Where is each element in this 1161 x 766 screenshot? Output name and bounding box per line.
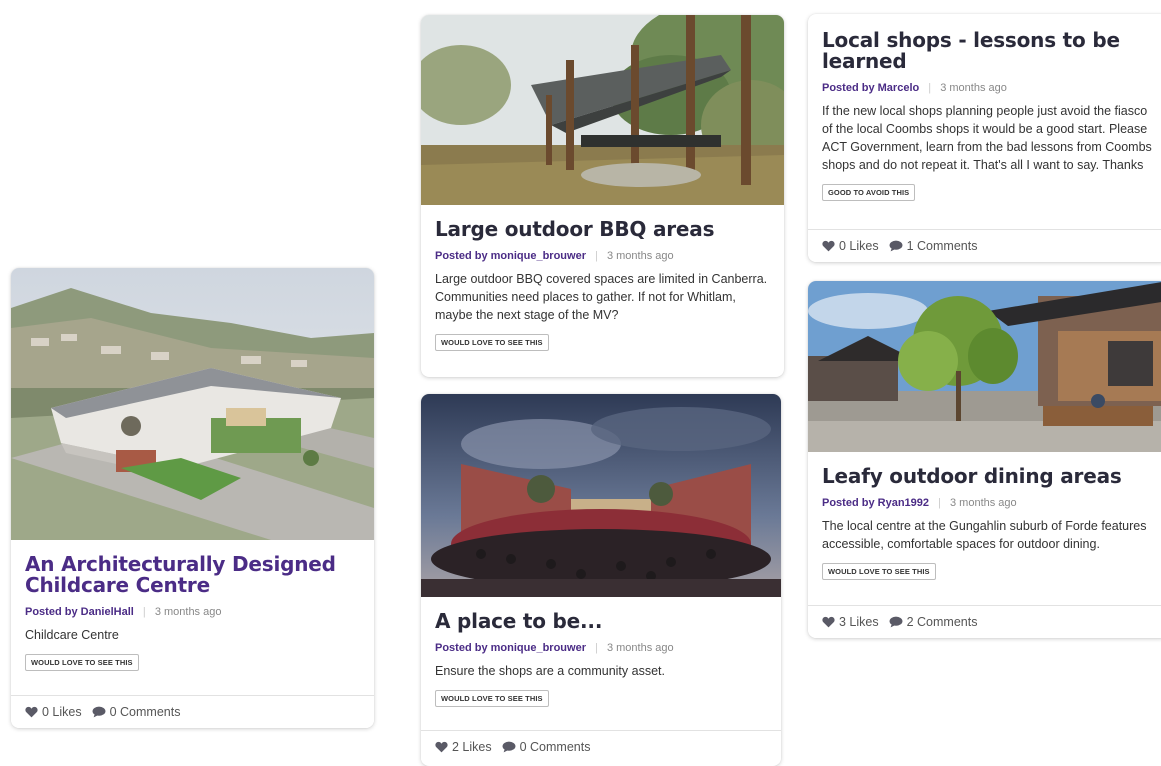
post-author[interactable]: monique_brouwer bbox=[491, 250, 586, 262]
post-image-bbq[interactable] bbox=[421, 15, 784, 205]
comment-count: 0 Comments bbox=[519, 740, 591, 754]
post-card-dining[interactable]: Leafy outdoor dining areas Posted by Rya… bbox=[808, 281, 1161, 638]
comment-bubble-icon bbox=[502, 741, 516, 753]
post-tag[interactable]: WOULD LOVE TO SEE THIS bbox=[435, 334, 549, 351]
like-count: 0 Likes bbox=[839, 239, 879, 253]
meta-divider: | bbox=[142, 606, 146, 618]
comment-button[interactable]: 0 Comments bbox=[92, 705, 181, 719]
post-title[interactable]: An Architecturally Designed Childcare Ce… bbox=[25, 554, 360, 596]
comment-count: 2 Comments bbox=[906, 615, 978, 629]
like-count: 3 Likes bbox=[839, 615, 879, 629]
post-author[interactable]: monique_brouwer bbox=[491, 642, 586, 654]
comment-count: 1 Comments bbox=[906, 239, 978, 253]
post-description: Ensure the shops are a community asset. bbox=[435, 664, 665, 678]
posted-by-label: Posted by bbox=[822, 82, 875, 94]
post-footer: 3 Likes 2 Comments bbox=[808, 605, 1161, 638]
post-image-dining[interactable] bbox=[808, 281, 1161, 452]
meta-divider: | bbox=[595, 642, 598, 654]
post-tag[interactable]: WOULD LOVE TO SEE THIS bbox=[25, 654, 139, 671]
post-time: 3 months ago bbox=[154, 606, 222, 618]
childcare-photo bbox=[11, 268, 374, 540]
post-description: Childcare Centre bbox=[25, 628, 119, 642]
like-count: 0 Likes bbox=[42, 705, 82, 719]
post-card-childcare[interactable]: An Architecturally Designed Childcare Ce… bbox=[11, 268, 374, 728]
comment-button[interactable]: 1 Comments bbox=[889, 239, 978, 253]
amphitheatre-photo bbox=[421, 394, 781, 597]
like-button[interactable]: 0 Likes bbox=[822, 239, 879, 253]
comment-bubble-icon bbox=[92, 706, 106, 718]
posted-by-label: Posted by bbox=[822, 497, 875, 509]
like-count: 2 Likes bbox=[452, 740, 492, 754]
post-title[interactable]: Leafy outdoor dining areas bbox=[822, 466, 1154, 487]
post-time: 3 months ago bbox=[606, 642, 674, 654]
meta-divider: | bbox=[938, 497, 941, 509]
heart-icon bbox=[25, 706, 38, 718]
post-card-local-shops[interactable]: Local shops - lessons to be learned Post… bbox=[808, 14, 1161, 262]
post-author[interactable]: DanielHall bbox=[81, 606, 134, 618]
bbq-area-photo bbox=[421, 15, 784, 205]
posted-by-label: Posted by bbox=[25, 606, 78, 618]
post-tag[interactable]: WOULD LOVE TO SEE THIS bbox=[822, 563, 936, 580]
post-footer: 2 Likes 0 Comments bbox=[421, 730, 781, 763]
comment-button[interactable]: 0 Comments bbox=[502, 740, 591, 754]
post-meta: Posted by Marcelo | 3 months ago bbox=[822, 82, 1154, 94]
post-description: The local centre at the Gungahlin suburb… bbox=[822, 519, 1147, 551]
post-meta: Posted by Ryan1992 | 3 months ago bbox=[822, 497, 1154, 509]
post-footer: 0 Likes 1 Comments bbox=[808, 229, 1161, 262]
post-description: If the new local shops planning people j… bbox=[822, 104, 1152, 172]
post-meta: Posted by monique_brouwer | 3 months ago bbox=[435, 642, 767, 654]
post-tag[interactable]: GOOD TO AVOID THIS bbox=[822, 184, 916, 201]
like-button[interactable]: 2 Likes bbox=[435, 740, 492, 754]
meta-divider: | bbox=[928, 82, 932, 94]
post-tag[interactable]: WOULD LOVE TO SEE THIS bbox=[435, 690, 549, 707]
comment-count: 0 Comments bbox=[109, 705, 181, 719]
post-author[interactable]: Ryan1992 bbox=[878, 497, 929, 509]
meta-divider: | bbox=[595, 250, 598, 262]
posted-by-label: Posted by bbox=[435, 250, 488, 262]
post-time: 3 months ago bbox=[606, 250, 674, 262]
post-image-childcare[interactable] bbox=[11, 268, 374, 540]
post-title[interactable]: Large outdoor BBQ areas bbox=[435, 219, 770, 240]
post-author[interactable]: Marcelo bbox=[878, 82, 920, 94]
post-card-place[interactable]: A place to be... Posted by monique_brouw… bbox=[421, 394, 781, 766]
posted-by-label: Posted by bbox=[435, 642, 488, 654]
post-title[interactable]: Local shops - lessons to be learned bbox=[822, 30, 1154, 72]
post-time: 3 months ago bbox=[950, 497, 1017, 509]
post-meta: Posted by DanielHall | 3 months ago bbox=[25, 606, 360, 618]
post-description: Large outdoor BBQ covered spaces are lim… bbox=[435, 272, 768, 322]
post-time: 3 months ago bbox=[940, 82, 1007, 94]
post-title[interactable]: A place to be... bbox=[435, 611, 767, 632]
heart-icon bbox=[822, 616, 835, 628]
comment-bubble-icon bbox=[889, 616, 903, 628]
comment-bubble-icon bbox=[889, 240, 903, 252]
like-button[interactable]: 0 Likes bbox=[25, 705, 82, 719]
outdoor-dining-photo bbox=[808, 281, 1161, 452]
heart-icon bbox=[822, 240, 835, 252]
post-image-place[interactable] bbox=[421, 394, 781, 597]
post-footer: 0 Likes 0 Comments bbox=[11, 695, 374, 728]
comment-button[interactable]: 2 Comments bbox=[889, 615, 978, 629]
like-button[interactable]: 3 Likes bbox=[822, 615, 879, 629]
heart-icon bbox=[435, 741, 448, 753]
post-card-bbq[interactable]: Large outdoor BBQ areas Posted by moniqu… bbox=[421, 15, 784, 377]
post-meta: Posted by monique_brouwer | 3 months ago bbox=[435, 250, 770, 262]
